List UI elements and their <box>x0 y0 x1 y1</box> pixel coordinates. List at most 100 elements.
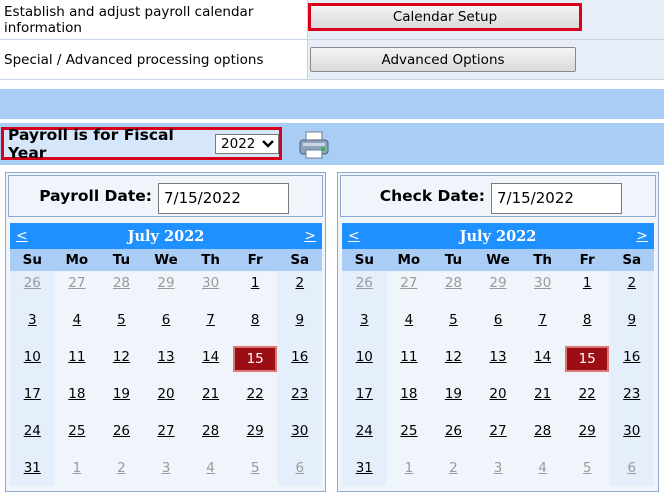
calendar-day[interactable]: 6 <box>476 308 521 345</box>
calendar-day[interactable]: 17 <box>10 382 55 419</box>
calendar-day[interactable]: 24 <box>342 419 387 456</box>
calendar-day[interactable]: 7 <box>188 308 233 345</box>
calendar-day[interactable]: 1 <box>387 456 432 486</box>
calendar-day[interactable]: 4 <box>188 456 233 486</box>
calendar-day[interactable]: 6 <box>277 456 323 486</box>
calendar-day[interactable]: 11 <box>387 345 432 382</box>
calendar-day[interactable]: 18 <box>387 382 432 419</box>
calendar-day[interactable]: 3 <box>10 308 55 345</box>
calendar-day[interactable]: 13 <box>144 345 189 382</box>
check-date-panel: Check Date: 7/15/2022 < July 2022 > Su M… <box>337 172 659 492</box>
payroll-date-input[interactable]: 7/15/2022 <box>158 183 289 214</box>
calendar-day[interactable]: 30 <box>188 271 233 308</box>
calendar-day[interactable]: 15 <box>233 345 278 382</box>
calendar-day[interactable]: 12 <box>99 345 144 382</box>
calendar-day[interactable]: 2 <box>431 456 476 486</box>
calendar-day[interactable]: 28 <box>520 419 565 456</box>
calendar-day[interactable]: 26 <box>10 271 55 308</box>
calendar-week-row: 24 25 26 27 28 29 30 <box>342 419 655 456</box>
calendar-day[interactable]: 3 <box>342 308 387 345</box>
calendar-day[interactable]: 15 <box>565 345 610 382</box>
calendar-day-number: 29 <box>489 275 507 291</box>
calendar-day-number: 16 <box>623 349 641 365</box>
calendar-day[interactable]: 29 <box>476 271 521 308</box>
calendar-day[interactable]: 5 <box>233 456 278 486</box>
calendar-day[interactable]: 12 <box>431 345 476 382</box>
calendar-day[interactable]: 29 <box>565 419 610 456</box>
calendar-day[interactable]: 4 <box>55 308 100 345</box>
calendar-day[interactable]: 8 <box>233 308 278 345</box>
calendar-setup-button[interactable]: Calendar Setup <box>308 3 582 31</box>
calendar-day[interactable]: 30 <box>277 419 323 456</box>
calendar-day[interactable]: 2 <box>277 271 323 308</box>
calendar-day[interactable]: 1 <box>233 271 278 308</box>
calendar-day[interactable]: 4 <box>520 456 565 486</box>
calendar-day[interactable]: 5 <box>565 456 610 486</box>
calendar-day[interactable]: 1 <box>565 271 610 308</box>
calendar-day[interactable]: 29 <box>144 271 189 308</box>
calendar-day[interactable]: 7 <box>520 308 565 345</box>
calendar-day[interactable]: 11 <box>55 345 100 382</box>
calendar-day[interactable]: 27 <box>55 271 100 308</box>
calendar-day[interactable]: 28 <box>431 271 476 308</box>
calendar-day[interactable]: 10 <box>10 345 55 382</box>
calendar-day[interactable]: 16 <box>609 345 655 382</box>
calendar-day[interactable]: 26 <box>431 419 476 456</box>
calendar-day[interactable]: 9 <box>277 308 323 345</box>
calendar-day[interactable]: 20 <box>144 382 189 419</box>
calendar-day[interactable]: 24 <box>10 419 55 456</box>
calendar-day[interactable]: 1 <box>55 456 100 486</box>
calendar-day[interactable]: 23 <box>609 382 655 419</box>
calendar-day[interactable]: 25 <box>387 419 432 456</box>
calendar-day[interactable]: 3 <box>476 456 521 486</box>
calendar-day[interactable]: 18 <box>55 382 100 419</box>
fiscal-year-select[interactable]: 2022 <box>215 133 279 154</box>
calendar-day[interactable]: 13 <box>476 345 521 382</box>
calendar-day[interactable]: 30 <box>520 271 565 308</box>
calendar-day[interactable]: 5 <box>99 308 144 345</box>
calendar-day[interactable]: 27 <box>387 271 432 308</box>
calendar-day[interactable]: 2 <box>609 271 655 308</box>
calendar-day[interactable]: 23 <box>277 382 323 419</box>
calendar-day[interactable]: 5 <box>431 308 476 345</box>
calendar-day[interactable]: 19 <box>99 382 144 419</box>
calendar-day[interactable]: 31 <box>10 456 55 486</box>
calendar-day[interactable]: 6 <box>144 308 189 345</box>
check-date-input[interactable]: 7/15/2022 <box>491 183 622 214</box>
calendar-day[interactable]: 31 <box>342 456 387 486</box>
calendar-day[interactable]: 26 <box>342 271 387 308</box>
calendar-day[interactable]: 27 <box>144 419 189 456</box>
calendar-day[interactable]: 20 <box>476 382 521 419</box>
calendar-day[interactable]: 30 <box>609 419 655 456</box>
calendar-day[interactable]: 17 <box>342 382 387 419</box>
calendar-day[interactable]: 22 <box>233 382 278 419</box>
calendar-day[interactable]: 26 <box>99 419 144 456</box>
prev-month-link[interactable]: < <box>16 228 28 244</box>
calendar-day[interactable]: 27 <box>476 419 521 456</box>
calendar-day[interactable]: 9 <box>609 308 655 345</box>
calendar-day[interactable]: 25 <box>55 419 100 456</box>
calendar-day[interactable]: 21 <box>188 382 233 419</box>
calendar-day[interactable]: 22 <box>565 382 610 419</box>
calendar-day[interactable]: 29 <box>233 419 278 456</box>
calendar-day[interactable]: 14 <box>520 345 565 382</box>
calendar-month-title: July 2022 <box>127 227 205 245</box>
printer-icon[interactable] <box>298 130 330 160</box>
calendar-day[interactable]: 14 <box>188 345 233 382</box>
calendar-day[interactable]: 3 <box>144 456 189 486</box>
calendar-day[interactable]: 21 <box>520 382 565 419</box>
calendar-day[interactable]: 28 <box>188 419 233 456</box>
calendar-day[interactable]: 4 <box>387 308 432 345</box>
calendar-day[interactable]: 6 <box>609 456 655 486</box>
calendar-day[interactable]: 10 <box>342 345 387 382</box>
next-month-link[interactable]: > <box>636 228 648 244</box>
next-month-link[interactable]: > <box>304 228 316 244</box>
calendar-day[interactable]: 2 <box>99 456 144 486</box>
prev-month-link[interactable]: < <box>348 228 360 244</box>
calendar-day[interactable]: 19 <box>431 382 476 419</box>
advanced-options-button[interactable]: Advanced Options <box>310 47 576 72</box>
calendar-day-number: 2 <box>117 460 126 476</box>
calendar-day[interactable]: 8 <box>565 308 610 345</box>
calendar-day[interactable]: 28 <box>99 271 144 308</box>
calendar-day[interactable]: 16 <box>277 345 323 382</box>
